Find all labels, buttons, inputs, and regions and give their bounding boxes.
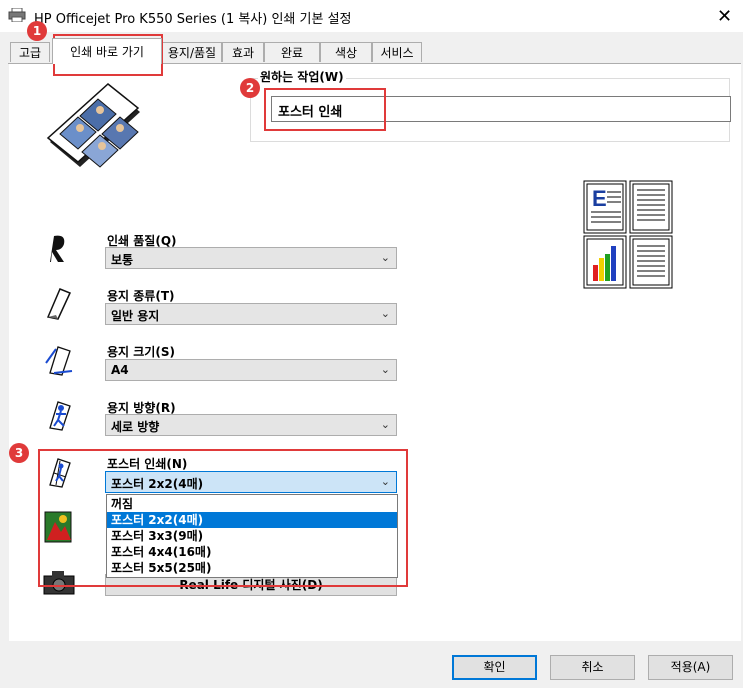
poster-select[interactable]: 포스터 2x2(4매) ⌄ bbox=[105, 471, 397, 493]
poster-label: 포스터 인쇄(N) bbox=[107, 457, 188, 471]
chevron-down-icon: ⌄ bbox=[380, 307, 390, 320]
close-button[interactable]: ✕ bbox=[706, 0, 743, 32]
chevron-down-icon: ⌄ bbox=[380, 251, 390, 264]
tab-paper-quality[interactable]: 용지/품질 bbox=[162, 42, 222, 62]
printer-icon bbox=[8, 8, 26, 22]
poster-option[interactable]: 꺼짐 bbox=[107, 496, 397, 512]
poster-icon bbox=[49, 458, 71, 488]
tab-color[interactable]: 색상 bbox=[320, 42, 372, 62]
paper-size-label: 용지 크기(S) bbox=[107, 345, 175, 359]
annotation-badge-2: 2 bbox=[240, 78, 260, 98]
orientation-select[interactable]: 세로 방향 ⌄ bbox=[105, 414, 397, 436]
ok-button[interactable]: 확인 bbox=[452, 655, 537, 680]
apply-button[interactable]: 적용(A) bbox=[648, 655, 733, 680]
chevron-down-icon: ⌄ bbox=[380, 418, 390, 431]
print-quality-icon bbox=[50, 235, 65, 262]
poster-dropdown-list[interactable]: 꺼짐 포스터 2x2(4매) 포스터 3x3(9매) 포스터 4x4(16매) … bbox=[106, 494, 398, 578]
orientation-value: 세로 방향 bbox=[111, 420, 160, 434]
tab-services[interactable]: 서비스 bbox=[372, 42, 422, 62]
paper-type-select[interactable]: 일반 용지 ⌄ bbox=[105, 303, 397, 325]
chevron-down-icon: ⌄ bbox=[380, 363, 390, 376]
cancel-button[interactable]: 취소 bbox=[550, 655, 635, 680]
paper-type-icon bbox=[46, 288, 72, 320]
paper-type-label: 용지 종류(T) bbox=[107, 289, 175, 303]
print-quality-value: 보통 bbox=[111, 253, 134, 267]
orientation-icon bbox=[49, 401, 71, 431]
paper-size-value: A4 bbox=[111, 363, 129, 377]
print-quality-select[interactable]: 보통 ⌄ bbox=[105, 247, 397, 269]
tab-print-shortcuts[interactable]: 인쇄 바로 가기 bbox=[52, 38, 162, 64]
annotation-badge-1: 1 bbox=[27, 21, 47, 41]
task-input[interactable]: 포스터 인쇄 bbox=[271, 96, 731, 122]
paper-size-icon bbox=[45, 346, 73, 376]
photo-icon bbox=[44, 511, 72, 543]
camera-icon bbox=[43, 571, 75, 595]
poster-option[interactable]: 포스터 5x5(25매) bbox=[107, 560, 397, 576]
task-input-value: 포스터 인쇄 bbox=[278, 105, 343, 120]
annotation-badge-3: 3 bbox=[9, 443, 29, 463]
chevron-down-icon: ⌄ bbox=[380, 475, 390, 488]
paper-size-select[interactable]: A4 ⌄ bbox=[105, 359, 397, 381]
tab-finishing[interactable]: 완료 bbox=[264, 42, 320, 62]
task-label: 원하는 작업(W) bbox=[258, 68, 346, 85]
tab-advanced[interactable]: 고급 bbox=[10, 42, 50, 62]
poster-value: 포스터 2x2(4매) bbox=[111, 477, 204, 491]
poster-option-selected[interactable]: 포스터 2x2(4매) bbox=[107, 512, 397, 528]
tab-bar: 고급 인쇄 바로 가기 용지/품질 효과 완료 색상 서비스 bbox=[0, 38, 743, 64]
paper-type-value: 일반 용지 bbox=[111, 309, 160, 323]
svg-text:E: E bbox=[592, 186, 607, 211]
window-title: HP Officejet Pro K550 Series (1 복사) 인쇄 기… bbox=[34, 12, 352, 27]
document-layout-icon: E bbox=[583, 180, 673, 289]
poster-option[interactable]: 포스터 3x3(9매) bbox=[107, 528, 397, 544]
tab-effects[interactable]: 효과 bbox=[222, 42, 264, 62]
poster-preview-icon bbox=[46, 83, 140, 168]
poster-option[interactable]: 포스터 4x4(16매) bbox=[107, 544, 397, 560]
close-icon: ✕ bbox=[716, 5, 733, 27]
